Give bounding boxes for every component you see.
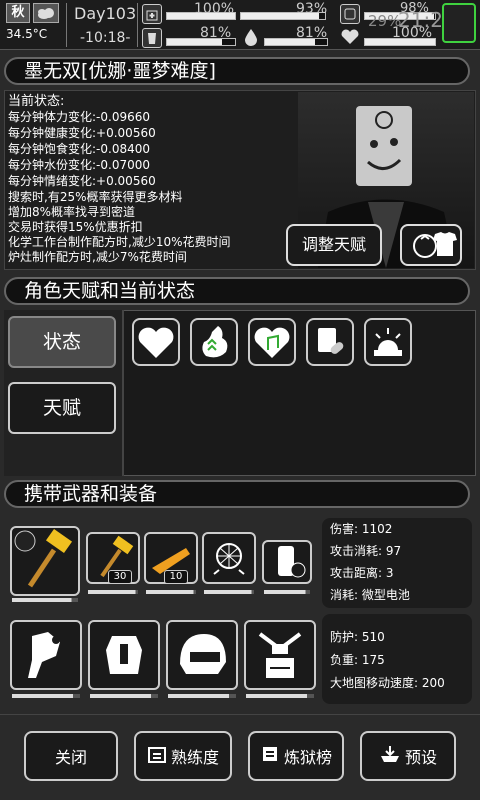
proficiency-icon: [147, 744, 167, 768]
durability-bar: [204, 590, 254, 594]
equipment-header: 携带武器和装备: [4, 480, 470, 508]
menu-button[interactable]: [442, 3, 476, 43]
durability-bar: [264, 590, 310, 594]
tab-talent[interactable]: 天赋: [8, 382, 116, 434]
medkit-icon: [142, 4, 162, 24]
divider: [137, 3, 138, 47]
mood-value: 93%: [296, 1, 328, 17]
change-outfit-button[interactable]: [400, 224, 462, 266]
medicine-status-icon[interactable]: [306, 318, 354, 366]
ranking-label: 炼狱榜: [283, 748, 332, 767]
armor-slot-2[interactable]: [88, 620, 160, 690]
armor-slot-1[interactable]: [10, 620, 82, 690]
health-icon: [340, 4, 360, 24]
ranking-button[interactable]: 炼狱榜: [248, 731, 344, 781]
preset-label: 预设: [404, 748, 437, 767]
mood-heart-icon[interactable]: [248, 318, 296, 366]
season-badge: 秋: [6, 3, 30, 23]
hunger-value: 81%: [200, 25, 232, 41]
character-name-header: 墨无双[优娜·噩梦难度]: [4, 57, 470, 85]
stamina-value: 100%: [194, 1, 235, 17]
status-line: 交易时获得15%优惠折扣: [8, 220, 143, 234]
weapon-range: 攻击距离: 3: [330, 566, 394, 580]
durability-bar: [12, 598, 78, 602]
preset-button[interactable]: 预设: [360, 731, 456, 781]
weapon-slot-4[interactable]: [202, 532, 256, 584]
status-line: 搜索时,有25%概率获得更多材料: [8, 190, 183, 204]
status-line: 每分钟饱食变化:-0.08400: [8, 142, 150, 156]
proficiency-button[interactable]: 熟练度: [134, 731, 232, 781]
status-title: 当前状态:: [8, 94, 65, 109]
adjust-talent-button[interactable]: 调整天赋: [286, 224, 382, 266]
durability-bar: [88, 590, 138, 594]
durability-bar: [12, 694, 80, 698]
status-line: 炉灶制作配方时,减少7%花费时间: [8, 250, 187, 264]
talents-header: 角色天赋和当前状态: [4, 277, 470, 305]
weapon-ammo: 消耗: 微型电池: [330, 588, 410, 602]
stomach-status-icon[interactable]: [190, 318, 238, 366]
armor-defense: 防护: 510: [330, 630, 385, 644]
day-counter: Day103: [74, 4, 137, 23]
item-count: 30: [108, 570, 132, 584]
shirt-swap-icon: [403, 232, 459, 268]
status-line: 每分钟健康变化:+0.00560: [8, 126, 156, 140]
heart-status-icon[interactable]: [132, 318, 180, 366]
status-line: 化学工作台制作配方时,减少10%花费时间: [8, 235, 231, 249]
close-button[interactable]: 关闭: [24, 731, 118, 781]
heart-icon: [340, 28, 360, 46]
armor-load: 负重: 175: [330, 653, 385, 667]
close-label: 关闭: [54, 748, 87, 767]
helmet-slot[interactable]: [166, 620, 238, 690]
proficiency-label: 熟练度: [170, 748, 219, 767]
water-value: 81%: [296, 25, 328, 41]
weapon-attack-cost: 攻击消耗: 97: [330, 544, 402, 558]
temperature: 34.5°C: [6, 27, 48, 41]
preset-icon: [379, 744, 401, 768]
item-count: 10: [164, 570, 188, 584]
status-line: 每分钟体力变化:-0.09660: [8, 110, 150, 124]
food-icon: [142, 28, 162, 48]
status-line: 每分钟水份变化:-0.07000: [8, 158, 150, 172]
durability-bar: [146, 590, 196, 594]
durability-bar: [168, 694, 236, 698]
weapon-damage: 伤害: 1102: [330, 522, 393, 536]
divider: [66, 3, 67, 47]
durability-bar: [246, 694, 314, 698]
status-line: 每分钟情绪变化:+0.00560: [8, 174, 156, 188]
weapon-slot-main[interactable]: [10, 526, 80, 596]
alarm-status-icon[interactable]: [364, 318, 412, 366]
weapon-slot-5[interactable]: [262, 540, 312, 584]
status-line: 增加8%概率找寻到密道: [8, 205, 136, 219]
cloud-icon: [33, 3, 59, 23]
water-drop-icon: [242, 27, 260, 47]
heart-value: 100%: [392, 25, 433, 41]
scroll-icon: [260, 744, 280, 768]
tab-status[interactable]: 状态: [8, 316, 116, 368]
backpack-slot[interactable]: [244, 620, 316, 690]
game-time: -10:18-: [80, 30, 131, 46]
durability-bar: [90, 694, 158, 698]
map-move-speed: 大地图移动速度: 200: [330, 676, 445, 690]
